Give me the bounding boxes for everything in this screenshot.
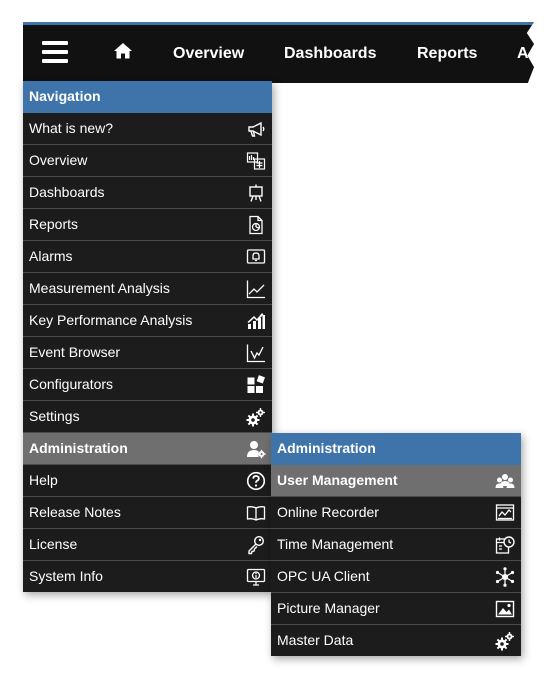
bar-chart-icon: [246, 311, 266, 331]
menu-item-label: Release Notes: [29, 504, 121, 520]
report-icon: [246, 215, 266, 235]
gears-icon: [495, 631, 515, 651]
menu-item-label: Administration: [29, 440, 128, 456]
menu-item-dashboards[interactable]: Dashboards: [23, 177, 272, 209]
event-chart-icon: [246, 343, 266, 363]
submenu-item-label: Master Data: [277, 632, 354, 648]
menu-item-system-info[interactable]: System Info: [23, 561, 272, 592]
key-icon: [246, 535, 266, 555]
menu-item-label: System Info: [29, 568, 103, 584]
main-menu: Navigation What is new? Overview Dashboa…: [23, 81, 272, 592]
menu-item-alarms[interactable]: Alarms: [23, 241, 272, 273]
menu-item-label: Dashboards: [29, 184, 105, 200]
menu-item-label: Configurators: [29, 376, 114, 392]
blocks-icon: [246, 375, 266, 395]
submenu-item-user-management[interactable]: User Management: [271, 465, 521, 497]
menu-item-settings[interactable]: Settings: [23, 401, 272, 433]
submenu-item-master-data[interactable]: Master Data: [271, 625, 521, 656]
calendar-clock-icon: [495, 535, 515, 555]
main-menu-header-label: Navigation: [29, 88, 101, 104]
user-admin-icon: [246, 439, 266, 459]
book-icon: [246, 503, 266, 523]
menu-item-label: What is new?: [29, 120, 114, 136]
submenu-item-opc-ua-client[interactable]: OPC UA Client: [271, 561, 521, 593]
top-nav-dashboards[interactable]: Dashboards: [284, 25, 376, 83]
menu-item-key-performance-analysis[interactable]: Key Performance Analysis: [23, 305, 272, 337]
home-icon[interactable]: [113, 41, 133, 61]
top-navigation-bar: Overview Dashboards Reports A: [23, 22, 534, 83]
menu-item-license[interactable]: License: [23, 529, 272, 561]
menu-item-label: Alarms: [29, 248, 73, 264]
submenu-item-label: User Management: [277, 472, 398, 488]
submenu-item-label: Time Management: [277, 536, 394, 552]
menu-item-administration[interactable]: Administration: [23, 433, 272, 465]
help-icon: [246, 471, 266, 491]
line-chart-icon: [246, 279, 266, 299]
alarm-icon: [246, 247, 266, 267]
menu-item-label: License: [29, 536, 78, 552]
submenu-item-label: Online Recorder: [277, 504, 379, 520]
administration-submenu: Administration User Management Online Re…: [271, 433, 521, 656]
submenu-header: Administration: [271, 433, 521, 465]
main-menu-header: Navigation: [23, 81, 272, 113]
monitor-info-icon: [246, 567, 266, 587]
menu-item-label: Settings: [29, 408, 80, 424]
menu-item-label: Overview: [29, 152, 88, 168]
picture-icon: [495, 599, 515, 619]
menu-item-release-notes[interactable]: Release Notes: [23, 497, 272, 529]
menu-item-reports[interactable]: Reports: [23, 209, 272, 241]
users-icon: [495, 471, 515, 491]
submenu-item-label: OPC UA Client: [277, 568, 370, 584]
submenu-item-time-management[interactable]: Time Management: [271, 529, 521, 561]
top-nav-reports[interactable]: Reports: [417, 25, 477, 83]
menu-item-label: Help: [29, 472, 58, 488]
submenu-item-picture-manager[interactable]: Picture Manager: [271, 593, 521, 625]
top-nav-overview[interactable]: Overview: [173, 25, 244, 83]
megaphone-icon: [246, 119, 266, 139]
overview-icon: [246, 151, 266, 171]
network-icon: [495, 567, 515, 587]
menu-item-configurators[interactable]: Configurators: [23, 369, 272, 401]
menu-item-overview[interactable]: Overview: [23, 145, 272, 177]
menu-item-label: Event Browser: [29, 344, 121, 360]
recorder-icon: [495, 503, 515, 523]
menu-item-help[interactable]: Help: [23, 465, 272, 497]
submenu-item-online-recorder[interactable]: Online Recorder: [271, 497, 521, 529]
menu-item-label: Reports: [29, 216, 79, 232]
top-nav-truncated-item[interactable]: A: [517, 25, 529, 83]
menu-item-whats-new[interactable]: What is new?: [23, 113, 272, 145]
menu-item-event-browser[interactable]: Event Browser: [23, 337, 272, 369]
submenu-item-label: Picture Manager: [277, 600, 380, 616]
easel-icon: [246, 183, 266, 203]
menu-item-label: Key Performance Analysis: [29, 312, 193, 328]
menu-item-measurement-analysis[interactable]: Measurement Analysis: [23, 273, 272, 305]
hamburger-icon[interactable]: [42, 41, 68, 63]
gears-icon: [246, 407, 266, 427]
menu-item-label: Measurement Analysis: [29, 280, 170, 296]
submenu-header-label: Administration: [277, 440, 376, 456]
